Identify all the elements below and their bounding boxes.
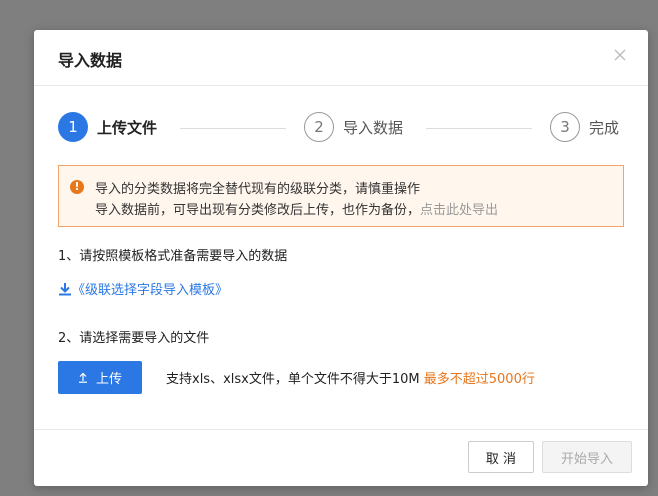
step-1-number: 1 bbox=[58, 112, 88, 142]
warning-alert: ! 导入的分类数据将完全替代现有的级联分类，请慎重操作 导入数据前，可导出现有分… bbox=[58, 165, 624, 227]
step-connector bbox=[180, 128, 286, 129]
upload-row: 上传 支持xls、xlsx文件，单个文件不得大于10M 最多不超过5000行 bbox=[58, 361, 535, 394]
upload-limit-text: 最多不超过5000行 bbox=[423, 372, 535, 387]
warning-line-2-text: 导入数据前，可导出现有分类修改后上传，也作为备份， bbox=[95, 203, 421, 218]
import-dialog: 导入数据 1 上传文件 2 导入数据 3 完成 ! 导入的分类数据将完全替代现有… bbox=[34, 30, 648, 486]
step-3-label: 完成 bbox=[589, 118, 620, 137]
cancel-button[interactable]: 取 消 bbox=[468, 441, 534, 473]
dialog-header: 导入数据 bbox=[34, 30, 648, 86]
step-connector bbox=[426, 128, 532, 129]
step-1: 1 上传文件 bbox=[58, 112, 157, 142]
template-link-label: 《级联选择字段导入模板》 bbox=[72, 283, 229, 298]
step-2-number: 2 bbox=[304, 112, 334, 142]
download-template-link[interactable]: 《级联选择字段导入模板》 bbox=[58, 279, 228, 298]
section-1-title: 1、请按照模板格式准备需要导入的数据 bbox=[58, 249, 288, 264]
upload-button[interactable]: 上传 bbox=[58, 361, 142, 394]
step-3-number: 3 bbox=[550, 112, 580, 142]
step-3: 3 完成 bbox=[550, 112, 619, 142]
upload-hint-text: 支持xls、xlsx文件，单个文件不得大于10M bbox=[166, 372, 424, 387]
close-icon[interactable] bbox=[612, 47, 628, 63]
exclamation-circle-icon: ! bbox=[70, 180, 84, 194]
warning-line-1: 导入的分类数据将完全替代现有的级联分类，请慎重操作 bbox=[95, 182, 421, 197]
warning-line-2: 导入数据前，可导出现有分类修改后上传，也作为备份，点击此处导出 bbox=[95, 199, 498, 218]
dialog-title: 导入数据 bbox=[58, 51, 123, 70]
upload-button-label: 上传 bbox=[95, 372, 122, 387]
download-icon bbox=[59, 282, 71, 295]
start-import-button[interactable]: 开始导入 bbox=[542, 441, 632, 473]
step-2: 2 导入数据 bbox=[304, 112, 403, 142]
dialog-footer: 取 消 开始导入 bbox=[34, 429, 648, 486]
step-2-label: 导入数据 bbox=[343, 118, 404, 137]
upload-hint: 支持xls、xlsx文件，单个文件不得大于10M 最多不超过5000行 bbox=[166, 368, 535, 387]
export-link[interactable]: 点击此处导出 bbox=[420, 203, 498, 218]
step-1-label: 上传文件 bbox=[97, 118, 158, 137]
upload-icon bbox=[78, 372, 87, 383]
section-2-title: 2、请选择需要导入的文件 bbox=[58, 331, 210, 346]
step-indicator: 1 上传文件 2 导入数据 3 完成 bbox=[58, 112, 624, 146]
